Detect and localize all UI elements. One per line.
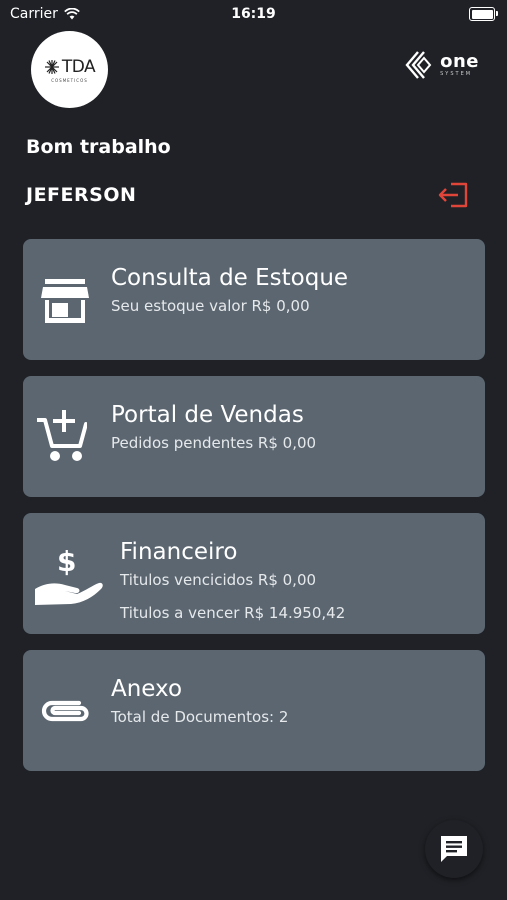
hand-dollar-icon: $ (35, 545, 103, 605)
card-consulta-estoque[interactable]: Consulta de Estoque Seu estoque valor R$… (23, 239, 485, 360)
svg-text:$: $ (57, 545, 76, 578)
user-name: JEFERSON (26, 184, 137, 206)
card-anexo[interactable]: Anexo Total de Documentos: 2 (23, 650, 485, 771)
company-logo: TDA COSMETICOS (31, 31, 108, 108)
card-title: Consulta de Estoque (111, 265, 349, 291)
card-title: Anexo (111, 676, 183, 702)
sunburst-icon (44, 59, 59, 74)
card-financeiro[interactable]: $ Financeiro Titulos vencicidos R$ 0,00 … (23, 513, 485, 634)
brand-name: ONE (440, 51, 479, 72)
card-title: Financeiro (120, 539, 238, 565)
brand-logo: ONE SYSTEM (404, 50, 479, 80)
status-bar: Carrier 16:19 (0, 0, 507, 28)
card-title: Portal de Vendas (111, 402, 304, 428)
greeting-text: Bom trabalho (26, 136, 171, 158)
brand-mark-icon (405, 51, 432, 79)
paperclip-icon (41, 700, 89, 722)
chat-button[interactable] (425, 820, 483, 878)
logo-sub: COSMETICOS (51, 77, 88, 83)
card-line-vencidos: Titulos vencicidos R$ 0,00 (120, 571, 317, 589)
cart-add-icon (37, 410, 87, 461)
card-subtitle: Pedidos pendentes R$ 0,00 (111, 434, 317, 452)
logout-button[interactable] (437, 182, 469, 208)
store-icon (41, 279, 89, 323)
brand-tag: SYSTEM (440, 71, 473, 77)
logo-mark: TDA (61, 56, 96, 77)
card-subtitle: Seu estoque valor R$ 0,00 (111, 297, 310, 315)
chat-icon (441, 836, 467, 862)
card-subtitle: Total de Documentos: 2 (111, 708, 289, 726)
status-time: 16:19 (231, 6, 276, 22)
card-portal-vendas[interactable]: Portal de Vendas Pedidos pendentes R$ 0,… (23, 376, 485, 497)
card-line-a-vencer: Titulos a vencer R$ 14.950,42 (120, 604, 346, 622)
logout-icon (438, 182, 468, 208)
battery-icon (469, 7, 498, 21)
